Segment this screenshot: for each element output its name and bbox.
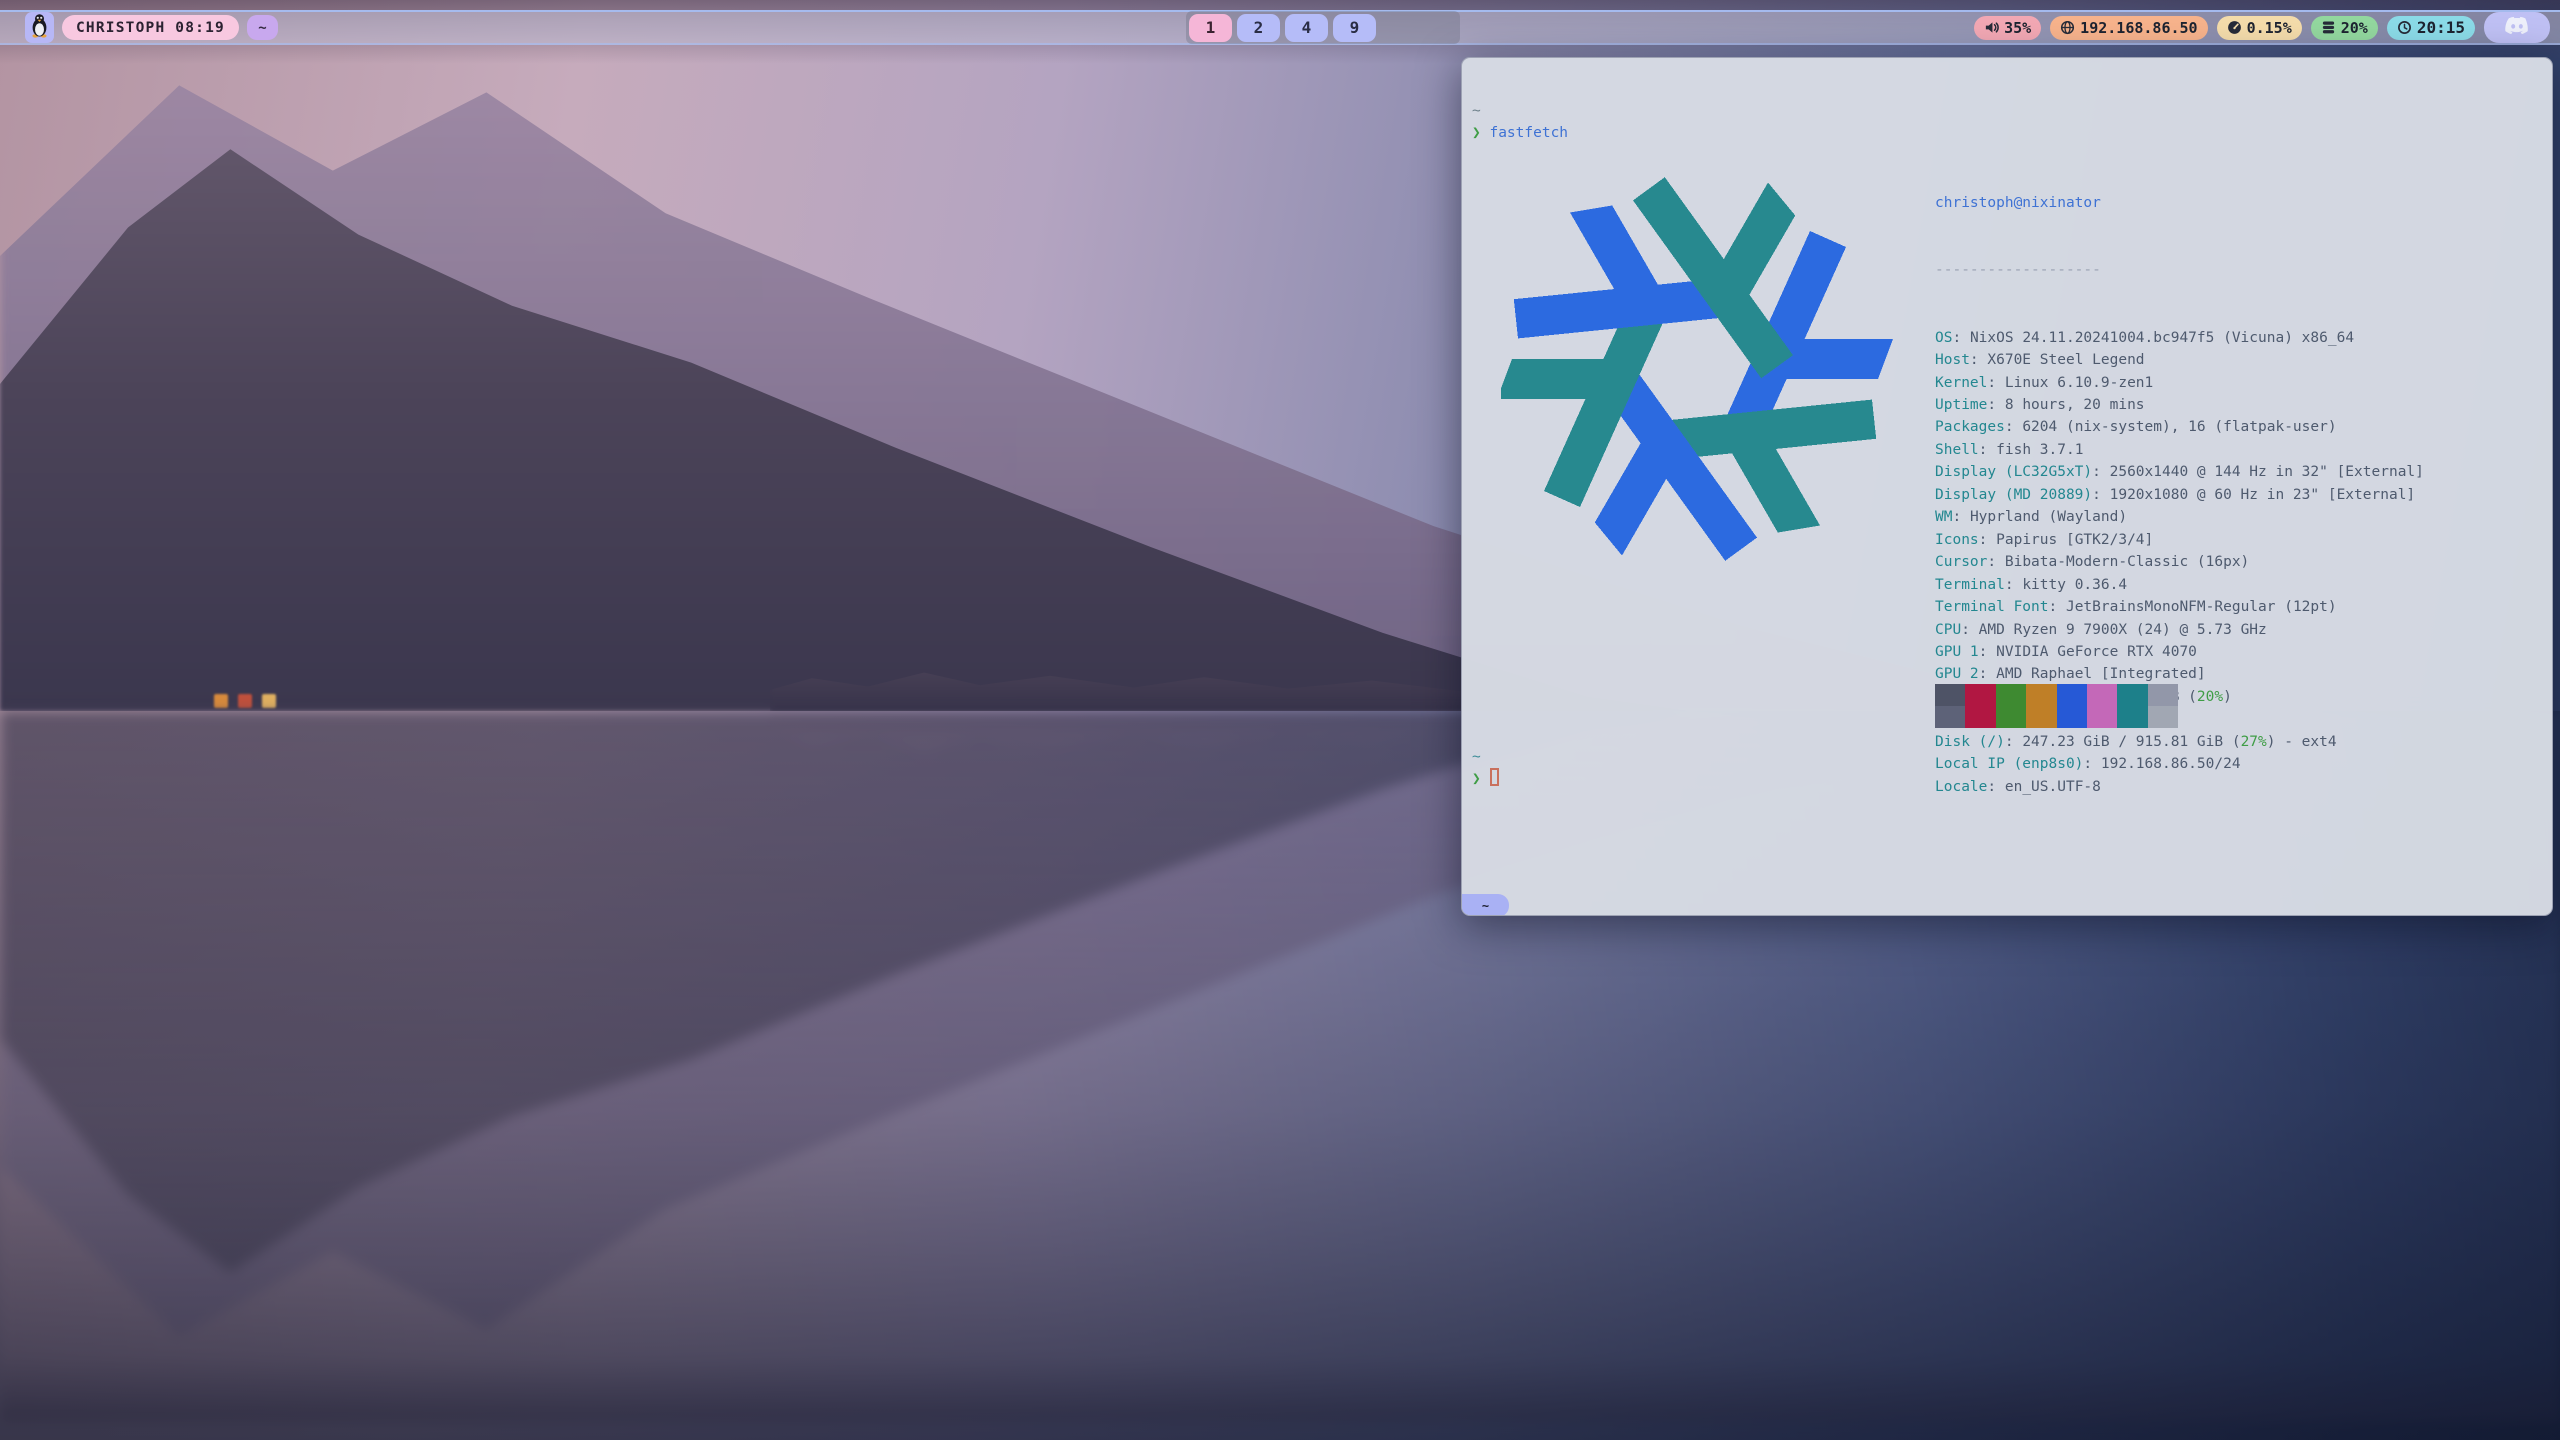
clock-icon <box>2397 20 2412 35</box>
fastfetch-entry: Packages: 6204 (nix-system), 16 (flatpak… <box>1935 416 2424 438</box>
fastfetch-entry: GPU 2: AMD Raphael [Integrated] <box>1935 663 2424 685</box>
workspace-button-9[interactable]: 9 <box>1333 14 1376 42</box>
palette-swatch <box>2148 684 2178 706</box>
workspace-button-1[interactable]: 1 <box>1189 14 1232 42</box>
palette-row-normal <box>1935 684 2178 706</box>
bar-left-group: CHRISTOPH 08:19 ~ <box>25 12 278 43</box>
palette-swatch <box>2057 684 2087 706</box>
stack-icon <box>2321 20 2336 35</box>
cpu-value: 0.15% <box>2247 19 2292 37</box>
prompt-cwd-line: ~ <box>1472 746 1481 768</box>
fastfetch-entry: OS: NixOS 24.11.20241004.bc947f5 (Vicuna… <box>1935 327 2424 349</box>
palette-swatch <box>1935 706 1965 728</box>
user-clock-pill[interactable]: CHRISTOPH 08:19 <box>62 15 239 40</box>
fastfetch-entry: Locale: en_US.UTF-8 <box>1935 776 2424 798</box>
palette-swatch <box>2087 684 2117 706</box>
terminal-color-palette <box>1935 684 2178 728</box>
memory-value: 20% <box>2341 19 2368 37</box>
fastfetch-title: christoph@nixinator <box>1935 192 2424 214</box>
speaker-icon <box>1984 20 1999 35</box>
shell-command-line: ❯ fastfetch <box>1472 122 1568 144</box>
bar-right-group: 35% 192.168.86.50 <box>1974 12 2550 43</box>
workspace-button-4[interactable]: 4 <box>1285 14 1328 42</box>
clock-module[interactable]: 20:15 <box>2387 16 2475 40</box>
terminal-window[interactable]: ~ ❯ fastfetch christoph@nixinator ------… <box>1461 57 2553 916</box>
user-clock-label: CHRISTOPH 08:19 <box>76 20 225 36</box>
fastfetch-entry: Shell: fish 3.7.1 <box>1935 439 2424 461</box>
active-window-pill[interactable]: ~ <box>247 15 278 40</box>
launcher-button[interactable] <box>25 12 54 43</box>
shell-cwd-line: ~ <box>1472 100 1481 122</box>
palette-swatch <box>2057 706 2087 728</box>
status-bar: CHRISTOPH 08:19 ~ 1249 35% <box>0 10 2560 45</box>
terminal-tab[interactable]: ~ <box>1462 894 1509 916</box>
active-window-label: ~ <box>258 20 266 36</box>
fastfetch-entry: Host: X670E Steel Legend <box>1935 349 2424 371</box>
fastfetch-entry: GPU 1: NVIDIA GeForce RTX 4070 <box>1935 641 2424 663</box>
network-module[interactable]: 192.168.86.50 <box>2050 16 2207 40</box>
fastfetch-output: christoph@nixinator ------------------- … <box>1935 147 2424 843</box>
fastfetch-entry: Display (MD 20889): 1920x1080 @ 60 Hz in… <box>1935 484 2424 506</box>
palette-swatch <box>2026 706 2056 728</box>
fastfetch-entry: Terminal Font: JetBrainsMonoNFM-Regular … <box>1935 596 2424 618</box>
prompt-symbol: ❯ <box>1472 125 1481 141</box>
fastfetch-entry: Disk (/): 247.23 GiB / 915.81 GiB (27%) … <box>1935 731 2424 753</box>
fastfetch-entry: Cursor: Bibata-Modern-Classic (16px) <box>1935 551 2424 573</box>
volume-module[interactable]: 35% <box>1974 16 2041 40</box>
palette-row-bright <box>1935 706 2178 728</box>
nixos-logo <box>1501 156 1896 586</box>
discord-icon[interactable] <box>2504 16 2530 40</box>
palette-swatch <box>1996 684 2026 706</box>
prompt-input-line[interactable]: ❯ <box>1472 768 1499 790</box>
fastfetch-entry: Icons: Papirus [GTK2/3/4] <box>1935 529 2424 551</box>
shore-light <box>238 694 252 708</box>
palette-swatch <box>2026 684 2056 706</box>
fastfetch-entry: WM: Hyprland (Wayland) <box>1935 506 2424 528</box>
palette-swatch <box>2117 706 2147 728</box>
shore-light <box>262 694 276 708</box>
palette-swatch <box>1996 706 2026 728</box>
palette-swatch <box>2117 684 2147 706</box>
fastfetch-entry: Uptime: 8 hours, 20 mins <box>1935 394 2424 416</box>
clock-value: 20:15 <box>2417 18 2465 37</box>
palette-swatch <box>2087 706 2117 728</box>
fastfetch-entry: Display (LC32G5xT): 2560x1440 @ 144 Hz i… <box>1935 461 2424 483</box>
volume-value: 35% <box>2004 19 2031 37</box>
command-text: fastfetch <box>1489 125 1568 141</box>
workspace-button-2[interactable]: 2 <box>1237 14 1280 42</box>
text-cursor <box>1490 768 1499 786</box>
fastfetch-separator: ------------------- <box>1935 259 2424 281</box>
shore-light <box>214 694 228 708</box>
desktop: CHRISTOPH 08:19 ~ 1249 35% <box>0 0 2560 1440</box>
fastfetch-entry: Kernel: Linux 6.10.9-zen1 <box>1935 372 2424 394</box>
palette-swatch <box>1965 706 1995 728</box>
fastfetch-entry: Local IP (enp8s0): 192.168.86.50/24 <box>1935 753 2424 775</box>
workspaces: 1249 <box>1186 11 1460 44</box>
fastfetch-entry: CPU: AMD Ryzen 9 7900X (24) @ 5.73 GHz <box>1935 619 2424 641</box>
palette-swatch <box>1965 684 1995 706</box>
globe-icon <box>2060 20 2075 35</box>
palette-swatch <box>1935 684 1965 706</box>
tux-penguin-icon <box>29 13 50 42</box>
palette-swatch <box>2148 706 2178 728</box>
gauge-icon <box>2227 20 2242 35</box>
memory-module[interactable]: 20% <box>2311 16 2378 40</box>
terminal-tab-label: ~ <box>1482 899 1489 913</box>
cpu-module[interactable]: 0.15% <box>2217 16 2302 40</box>
prompt-symbol: ❯ <box>1472 771 1481 787</box>
fastfetch-entry: Terminal: kitty 0.36.4 <box>1935 574 2424 596</box>
network-value: 192.168.86.50 <box>2080 19 2197 37</box>
system-tray <box>2484 12 2550 43</box>
